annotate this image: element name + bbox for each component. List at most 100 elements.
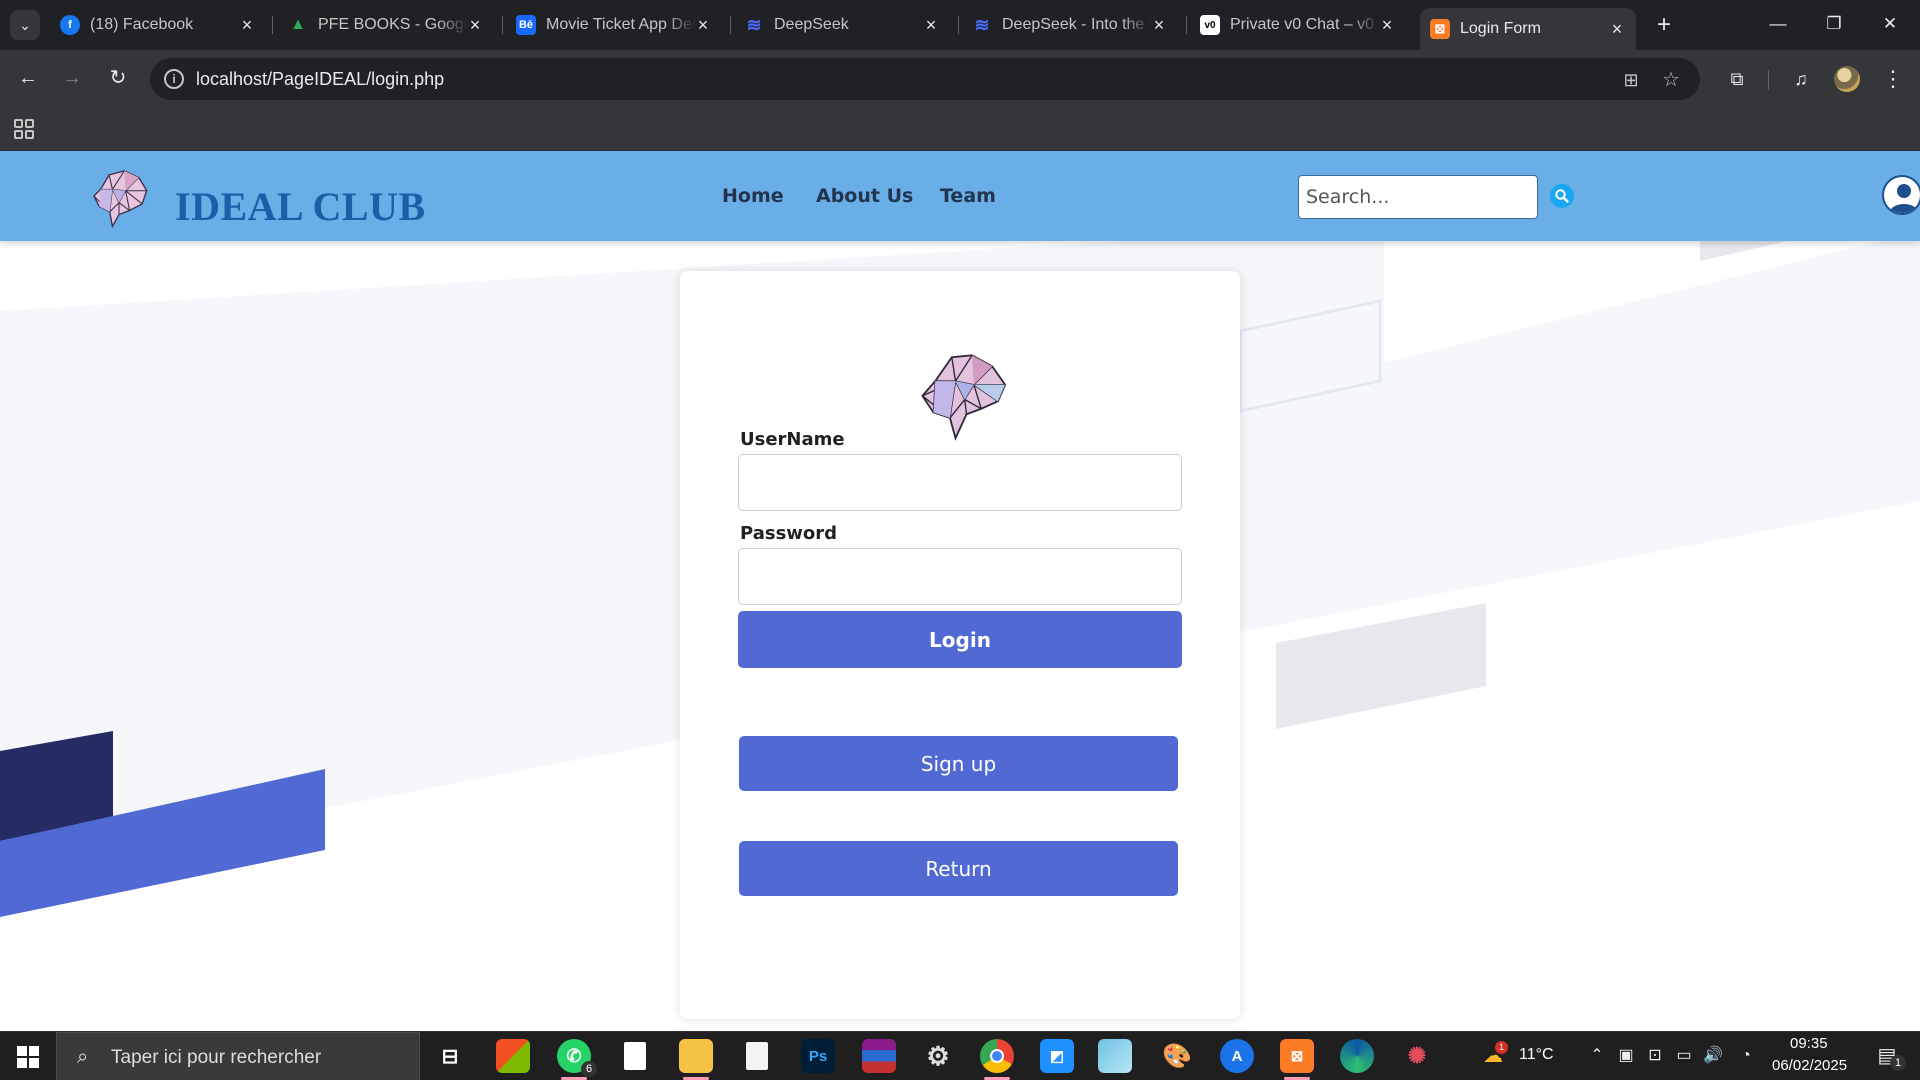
site-header: IDEAL CLUB Home About Us Team <box>0 151 1920 241</box>
v0-icon: v0 <box>1200 15 1220 35</box>
brain-app-icon[interactable]: ✺ <box>1400 1039 1434 1073</box>
translate-icon[interactable]: ⊞ <box>1618 67 1644 93</box>
deepseek-icon: ≋ <box>746 14 762 35</box>
bookmark-star-icon[interactable]: ☆ <box>1658 67 1684 93</box>
winrar-icon[interactable] <box>862 1039 896 1073</box>
password-input[interactable] <box>738 548 1182 605</box>
close-tab-icon[interactable]: × <box>464 14 486 36</box>
brain-logo[interactable] <box>86 161 152 231</box>
menu-icon[interactable]: ⋮ <box>1878 64 1908 94</box>
signup-button[interactable]: Sign up <box>739 736 1178 791</box>
volume-icon[interactable]: 🔊 <box>1702 1045 1724 1067</box>
photoshop-icon[interactable]: Ps <box>801 1039 835 1073</box>
browser-tab-strip: ⌄ f (18) Facebook × ▲ PFE BOOKS - Google… <box>0 0 1920 50</box>
new-tab-button[interactable]: + <box>1650 12 1678 40</box>
google-drive-icon: ▲ <box>290 16 306 33</box>
clock-date[interactable]: 06/02/2025 <box>1772 1057 1847 1074</box>
notepad-icon[interactable] <box>740 1039 774 1073</box>
tab-separator <box>1186 16 1187 34</box>
tab-separator <box>272 16 273 34</box>
user-account-button[interactable] <box>1882 175 1920 215</box>
xampp-icon[interactable]: ⊠ <box>1280 1039 1314 1080</box>
weather-icon[interactable]: ☁ 1 <box>1482 1041 1508 1067</box>
chevron-down-icon: ⌄ <box>19 16 31 33</box>
toolbar-separator <box>1768 70 1769 90</box>
nav-team[interactable]: Team <box>940 185 996 207</box>
close-window-button[interactable]: ✕ <box>1862 0 1918 48</box>
microsoft-store-icon[interactable] <box>496 1039 530 1073</box>
tab-separator <box>502 16 503 34</box>
brain-logo <box>921 354 1007 441</box>
tab-login-form[interactable]: ⊠ Login Form × <box>1420 8 1636 50</box>
extensions-icon[interactable]: ⧉ <box>1722 64 1752 94</box>
meet-now-icon[interactable]: ▣ <box>1615 1045 1637 1067</box>
notification-center-icon[interactable]: ▤ 1 <box>1876 1045 1906 1071</box>
tab-v0-chat[interactable]: v0 Private v0 Chat – v0 by Vercel × <box>1200 8 1406 42</box>
windows-logo-icon <box>17 1045 39 1068</box>
close-tab-icon[interactable]: × <box>1376 14 1398 36</box>
settings-gear-icon[interactable]: ⚙ <box>921 1039 955 1073</box>
app-a-icon[interactable]: A <box>1220 1039 1254 1073</box>
close-tab-icon[interactable]: × <box>236 14 258 36</box>
close-tab-icon[interactable]: × <box>1606 18 1628 40</box>
return-button[interactable]: Return <box>739 841 1178 896</box>
search-icon: ⌕ <box>77 1046 89 1068</box>
close-tab-icon[interactable]: × <box>1148 14 1170 36</box>
chrome-icon[interactable] <box>980 1039 1014 1080</box>
paint-palette-icon[interactable]: 🎨 <box>1160 1039 1194 1073</box>
media-control-icon[interactable]: ♫ <box>1786 64 1816 94</box>
login-button[interactable]: Login <box>738 611 1182 668</box>
close-tab-icon[interactable]: × <box>692 14 714 36</box>
edge-icon[interactable] <box>1340 1039 1374 1073</box>
username-input[interactable] <box>738 454 1182 511</box>
nav-about-us[interactable]: About Us <box>816 185 913 207</box>
back-button[interactable]: ← <box>12 62 44 94</box>
tab-deepseek-unknown[interactable]: ≋ DeepSeek - Into the Unknown × <box>972 8 1178 42</box>
tab-behance[interactable]: Bē Movie Ticket App Design × <box>516 8 722 42</box>
address-url[interactable]: localhost/PageIDEAL/login.php <box>196 69 444 90</box>
battery-icon[interactable]: ▭ <box>1673 1045 1695 1067</box>
chevron-up-icon[interactable]: ⌃ <box>1586 1045 1608 1067</box>
search-button[interactable] <box>1550 184 1574 208</box>
app-icon[interactable] <box>1098 1039 1132 1073</box>
login-card: UserName Password Login Sign up Return <box>680 271 1240 1019</box>
display-icon[interactable]: ⊡ <box>1644 1045 1666 1067</box>
tab-facebook[interactable]: f (18) Facebook × <box>60 8 266 42</box>
task-view-icon[interactable]: ⊟ <box>433 1039 467 1073</box>
username-label: UserName <box>740 429 845 450</box>
image-viewer-icon[interactable]: ◩ <box>1040 1039 1074 1073</box>
search-input[interactable] <box>1298 175 1538 219</box>
close-tab-icon[interactable]: × <box>920 14 942 36</box>
search-icon <box>1555 189 1569 203</box>
file-explorer-icon[interactable] <box>679 1039 713 1080</box>
start-button[interactable] <box>0 1032 56 1080</box>
user-icon <box>1889 184 1919 213</box>
behance-icon: Bē <box>516 15 536 35</box>
reload-button[interactable]: ↻ <box>102 62 134 94</box>
tab-separator <box>730 16 731 34</box>
tab-google-drive[interactable]: ▲ PFE BOOKS - Google Drive × <box>288 8 494 42</box>
nav-home[interactable]: Home <box>722 185 784 207</box>
whatsapp-icon[interactable]: ✆ 6 <box>557 1039 597 1080</box>
document-icon[interactable] <box>618 1039 652 1073</box>
clock-time[interactable]: 09:35 <box>1790 1035 1828 1052</box>
minimize-button[interactable]: — <box>1750 0 1806 48</box>
xampp-icon: ⊠ <box>1430 19 1450 39</box>
browser-toolbar: ← → ↻ i localhost/PageIDEAL/login.php ⊞ … <box>0 50 1920 107</box>
profile-avatar[interactable] <box>1834 66 1860 92</box>
temperature[interactable]: 11°C <box>1519 1046 1554 1064</box>
restore-button[interactable]: ❐ <box>1806 0 1862 48</box>
facebook-icon: f <box>60 15 80 35</box>
apps-grid-icon[interactable] <box>12 117 36 141</box>
address-bar[interactable]: i localhost/PageIDEAL/login.php ⊞ ☆ <box>150 58 1700 100</box>
wifi-icon[interactable]: ◔ <box>1735 1045 1757 1067</box>
taskbar-search[interactable]: ⌕ Taper ici pour rechercher <box>56 1032 420 1080</box>
deepseek-icon: ≋ <box>974 14 990 35</box>
tab-search-button[interactable]: ⌄ <box>10 10 40 40</box>
web-page: IDEAL CLUB Home About Us Team Search... … <box>0 151 1920 1031</box>
tab-deepseek[interactable]: ≋ DeepSeek × <box>744 8 950 42</box>
forward-button[interactable]: → <box>56 62 88 94</box>
site-info-icon[interactable]: i <box>164 69 184 89</box>
windows-taskbar: ⌕ Taper ici pour rechercher ⊟ ✆ 6 Ps ⚙ ◩ … <box>0 1031 1920 1080</box>
brand-name[interactable]: IDEAL CLUB <box>175 183 426 230</box>
